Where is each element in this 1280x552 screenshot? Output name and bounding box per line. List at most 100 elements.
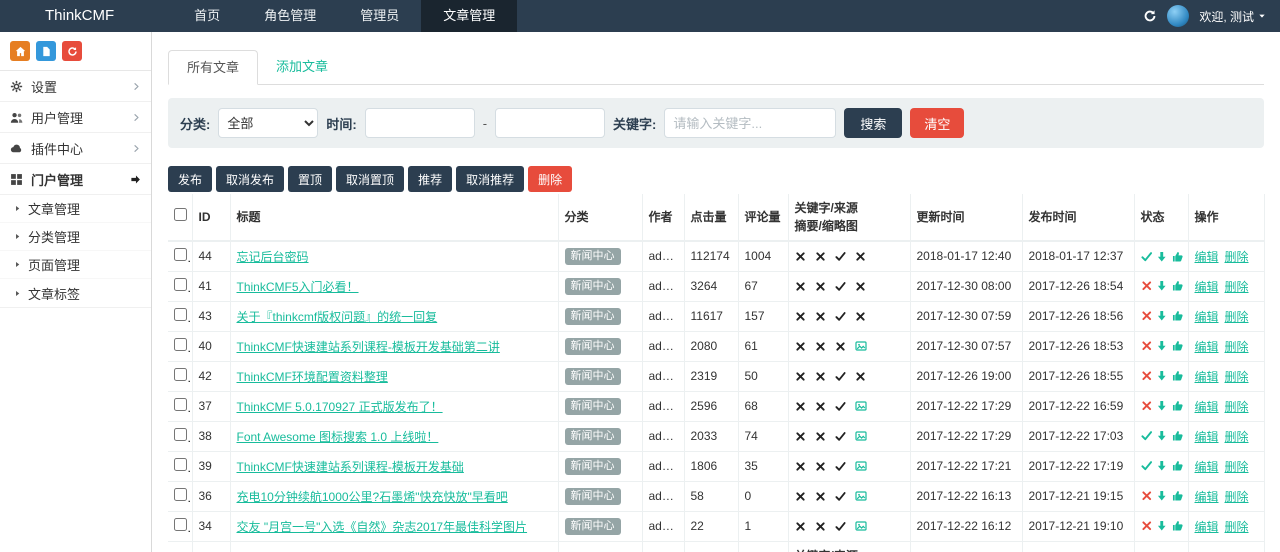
file-quick-button[interactable]: [36, 41, 56, 61]
tab-add-article[interactable]: 添加文章: [258, 50, 346, 84]
article-title-link[interactable]: ThinkCMF环境配置资料整理: [237, 370, 388, 384]
thumb-icon[interactable]: [1172, 251, 1184, 263]
home-quick-button[interactable]: [10, 41, 30, 61]
thumb-icon[interactable]: [1172, 370, 1184, 382]
sidebar-subitem-article-management[interactable]: 文章管理: [0, 195, 151, 223]
row-checkbox[interactable]: [174, 308, 187, 321]
topbar-nav-item-admins[interactable]: 管理员: [338, 0, 421, 32]
article-title-link[interactable]: ThinkCMF快速建站系列课程-模板开发基础第二讲: [237, 340, 500, 354]
down-icon[interactable]: [1156, 430, 1168, 442]
delete-button[interactable]: 删除: [528, 166, 573, 192]
time-start-input[interactable]: [364, 108, 475, 138]
edit-link[interactable]: 编辑: [1195, 458, 1219, 475]
delete-link[interactable]: 删除: [1225, 308, 1249, 325]
row-checkbox[interactable]: [174, 488, 187, 501]
delete-link[interactable]: 删除: [1225, 278, 1249, 295]
user-menu[interactable]: 欢迎, 测试: [1199, 8, 1266, 25]
down-icon[interactable]: [1156, 370, 1168, 382]
x-icon[interactable]: [1141, 490, 1153, 502]
row-checkbox[interactable]: [174, 428, 187, 441]
row-checkbox[interactable]: [174, 338, 187, 351]
topbar-nav-item-articles[interactable]: 文章管理: [421, 0, 518, 32]
sidebar-item-settings-toggle[interactable]: 设置: [0, 71, 151, 101]
avatar[interactable]: [1167, 5, 1190, 27]
x-icon[interactable]: [1141, 340, 1153, 352]
thumb-icon[interactable]: [1172, 400, 1184, 412]
check-icon[interactable]: [1140, 460, 1153, 472]
refresh-icon[interactable]: [1143, 9, 1157, 23]
row-checkbox[interactable]: [174, 518, 187, 531]
down-icon[interactable]: [1156, 400, 1168, 412]
publish-button[interactable]: 发布: [168, 166, 213, 192]
tab-all-articles[interactable]: 所有文章: [168, 50, 259, 85]
table-select-all-checkbox[interactable]: [174, 208, 187, 221]
row-checkbox[interactable]: [174, 248, 187, 262]
thumb-icon[interactable]: [1172, 340, 1184, 352]
keyword-input[interactable]: [664, 108, 837, 138]
article-title-link[interactable]: ThinkCMF5入门必看！: [237, 280, 359, 294]
thumb-icon[interactable]: [1172, 520, 1184, 532]
edit-link[interactable]: 编辑: [1195, 338, 1219, 355]
check-icon[interactable]: [1140, 430, 1153, 442]
delete-link[interactable]: 删除: [1225, 368, 1249, 385]
thumb-icon[interactable]: [1172, 460, 1184, 472]
down-icon[interactable]: [1156, 520, 1168, 532]
refresh-quick-button[interactable]: [62, 41, 82, 61]
article-title-link[interactable]: 交友 "月宫一号"入选《自然》杂志2017年最佳科学图片: [237, 520, 528, 534]
sidebar-subitem-article-tags[interactable]: 文章标签: [0, 279, 151, 307]
sidebar-item-portal-management-toggle[interactable]: 门户管理: [0, 164, 151, 194]
sidebar-subitem-category-management[interactable]: 分类管理: [0, 223, 151, 251]
down-icon[interactable]: [1156, 460, 1168, 472]
row-checkbox[interactable]: [174, 458, 187, 471]
edit-link[interactable]: 编辑: [1195, 518, 1219, 535]
delete-link[interactable]: 删除: [1225, 248, 1249, 265]
article-title-link[interactable]: 忘记后台密码: [237, 250, 309, 264]
unpublish-button[interactable]: 取消发布: [216, 166, 285, 192]
x-icon[interactable]: [1141, 400, 1153, 412]
down-icon[interactable]: [1156, 490, 1168, 502]
category-select[interactable]: 全部: [218, 108, 319, 138]
edit-link[interactable]: 编辑: [1195, 248, 1219, 265]
edit-link[interactable]: 编辑: [1195, 308, 1219, 325]
recommend-button[interactable]: 推荐: [408, 166, 453, 192]
down-icon[interactable]: [1156, 280, 1168, 292]
thumb-icon[interactable]: [1172, 310, 1184, 322]
x-icon[interactable]: [1141, 310, 1153, 322]
brand[interactable]: ThinkCMF: [0, 0, 134, 32]
article-title-link[interactable]: ThinkCMF快速建站系列课程-模板开发基础: [237, 460, 464, 474]
thumb-icon[interactable]: [1172, 490, 1184, 502]
check-icon[interactable]: [1140, 251, 1153, 263]
time-end-input[interactable]: [495, 108, 606, 138]
thumb-icon[interactable]: [1172, 280, 1184, 292]
article-title-link[interactable]: ThinkCMF 5.0.170927 正式版发布了！: [237, 400, 443, 414]
row-checkbox[interactable]: [174, 278, 187, 291]
thumb-icon[interactable]: [1172, 430, 1184, 442]
delete-link[interactable]: 删除: [1225, 458, 1249, 475]
x-icon[interactable]: [1141, 280, 1153, 292]
x-icon[interactable]: [1141, 370, 1153, 382]
delete-link[interactable]: 删除: [1225, 398, 1249, 415]
delete-link[interactable]: 删除: [1225, 518, 1249, 535]
delete-link[interactable]: 删除: [1225, 428, 1249, 445]
stick-top-button[interactable]: 置顶: [288, 166, 333, 192]
cancel-top-button[interactable]: 取消置顶: [336, 166, 405, 192]
down-icon[interactable]: [1156, 310, 1168, 322]
sidebar-subitem-page-management[interactable]: 页面管理: [0, 251, 151, 279]
x-icon[interactable]: [1141, 520, 1153, 532]
delete-link[interactable]: 删除: [1225, 338, 1249, 355]
cancel-recommend-button[interactable]: 取消推荐: [456, 166, 525, 192]
topbar-nav-item-home[interactable]: 首页: [172, 0, 242, 32]
clear-button[interactable]: 清空: [910, 108, 965, 138]
sidebar-item-user-management-toggle[interactable]: 用户管理: [0, 102, 151, 132]
sidebar-item-plugin-center-toggle[interactable]: 插件中心: [0, 133, 151, 163]
article-title-link[interactable]: 关于『thinkcmf版权问题』的统一回复: [237, 310, 438, 324]
row-checkbox[interactable]: [174, 398, 187, 411]
article-title-link[interactable]: Font Awesome 图标搜索 1.0 上线啦！: [237, 430, 439, 444]
edit-link[interactable]: 编辑: [1195, 428, 1219, 445]
down-icon[interactable]: [1156, 340, 1168, 352]
article-title-link[interactable]: 充电10分钟续航1000公里?石墨烯"快充快放"早看吧: [237, 490, 508, 504]
topbar-nav-item-roles[interactable]: 角色管理: [242, 0, 338, 32]
delete-link[interactable]: 删除: [1225, 488, 1249, 505]
edit-link[interactable]: 编辑: [1195, 278, 1219, 295]
search-button[interactable]: 搜索: [844, 108, 903, 138]
